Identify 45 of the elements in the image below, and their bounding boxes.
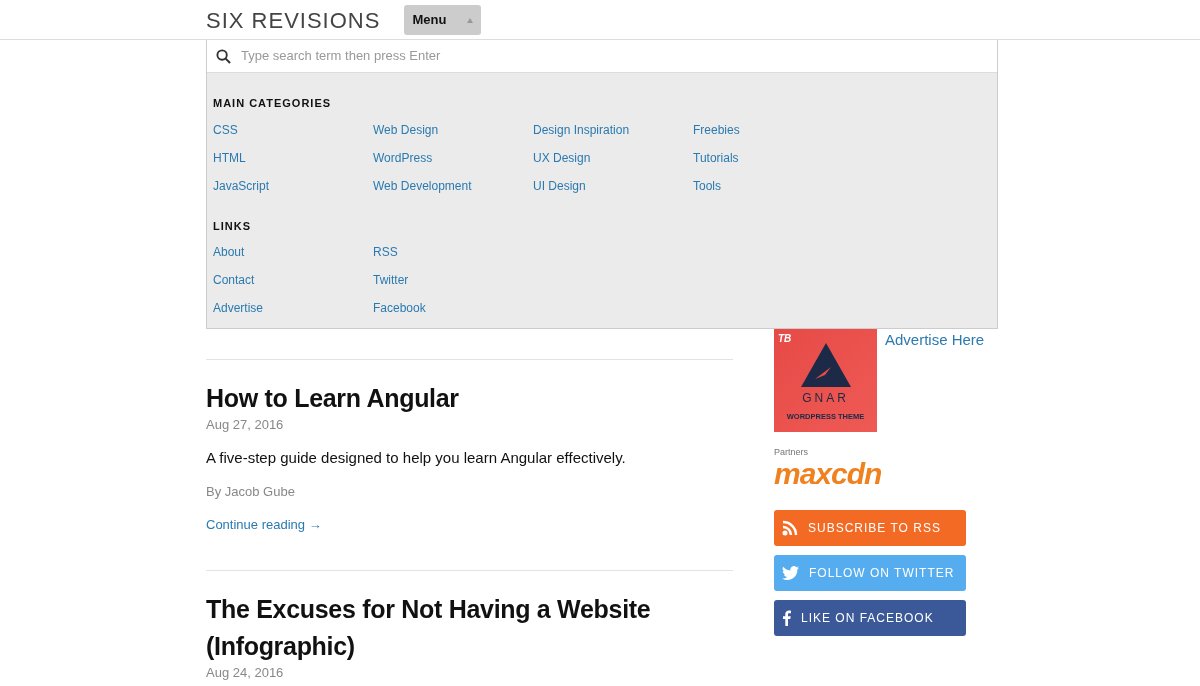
search-icon [216,48,231,64]
search-bar[interactable]: Type search term then press Enter [207,40,997,73]
article-excerpt: A five-step guide designed to help you learn Angular effectively. [206,448,627,468]
menu-link[interactable]: Web Design [373,115,527,144]
section-heading: LINKS [213,218,252,234]
rss-icon [782,519,798,536]
menu-link[interactable]: Contact [213,266,367,294]
menu-link[interactable]: HTML [213,143,367,172]
article-date: Aug 24, 2016 [206,665,285,681]
menu-link[interactable]: Advertise [213,294,367,322]
menu-link[interactable]: RSS [373,238,527,266]
menu-link[interactable]: Tutorials [693,143,847,172]
menu-link[interactable]: Design Inspiration [533,115,687,144]
menu-link[interactable]: JavaScript [213,171,367,200]
search-field[interactable]: Type search term then press Enter [239,45,997,67]
rss-button[interactable]: SUBSCRIBE TO RSS [774,509,966,546]
bird-icon [782,565,799,580]
menu-link[interactable]: Twitter [373,266,527,294]
triangle-logo-icon [800,343,851,387]
menu-link[interactable]: Freebies [693,115,847,144]
ad-title: GNAR [802,390,849,407]
advertise-link[interactable]: Advertise Here [885,329,985,432]
section-heading: MAIN CATEGORIES [213,96,333,111]
partner-logo[interactable]: maxcdn [774,459,998,488]
menu-button[interactable]: Menu [404,5,482,35]
menu-link[interactable]: UX Design [533,143,687,172]
menu-link[interactable]: Web Development [373,171,527,200]
facebook-f-icon [782,609,791,626]
menu-link[interactable]: WordPress [373,143,527,172]
menu-link[interactable]: Tools [693,171,847,200]
facebook-button[interactable]: LIKE ON FACEBOOK [774,599,966,636]
article-title[interactable]: How to Learn Angular [206,380,733,417]
continue-reading-link[interactable]: Continue reading → [206,515,322,535]
brand-initials: TB [778,332,792,346]
article-title[interactable]: The Excuses for Not Having a Website (Infographic) [206,591,733,665]
site-logo[interactable]: SIX REVISIONS [206,3,381,37]
menu-link[interactable]: CSS [213,115,367,144]
caret-icon [467,17,474,23]
twitter-button[interactable]: FOLLOW ON TWITTER [774,554,966,591]
menu-link[interactable]: About [213,238,367,266]
article-date: Aug 27, 2016 [206,417,285,433]
menu-link[interactable]: UI Design [533,171,687,200]
partners-label: Partners [774,446,809,459]
article-author: By Jacob Gube [206,482,296,501]
menu-link[interactable]: Facebook [373,294,527,322]
